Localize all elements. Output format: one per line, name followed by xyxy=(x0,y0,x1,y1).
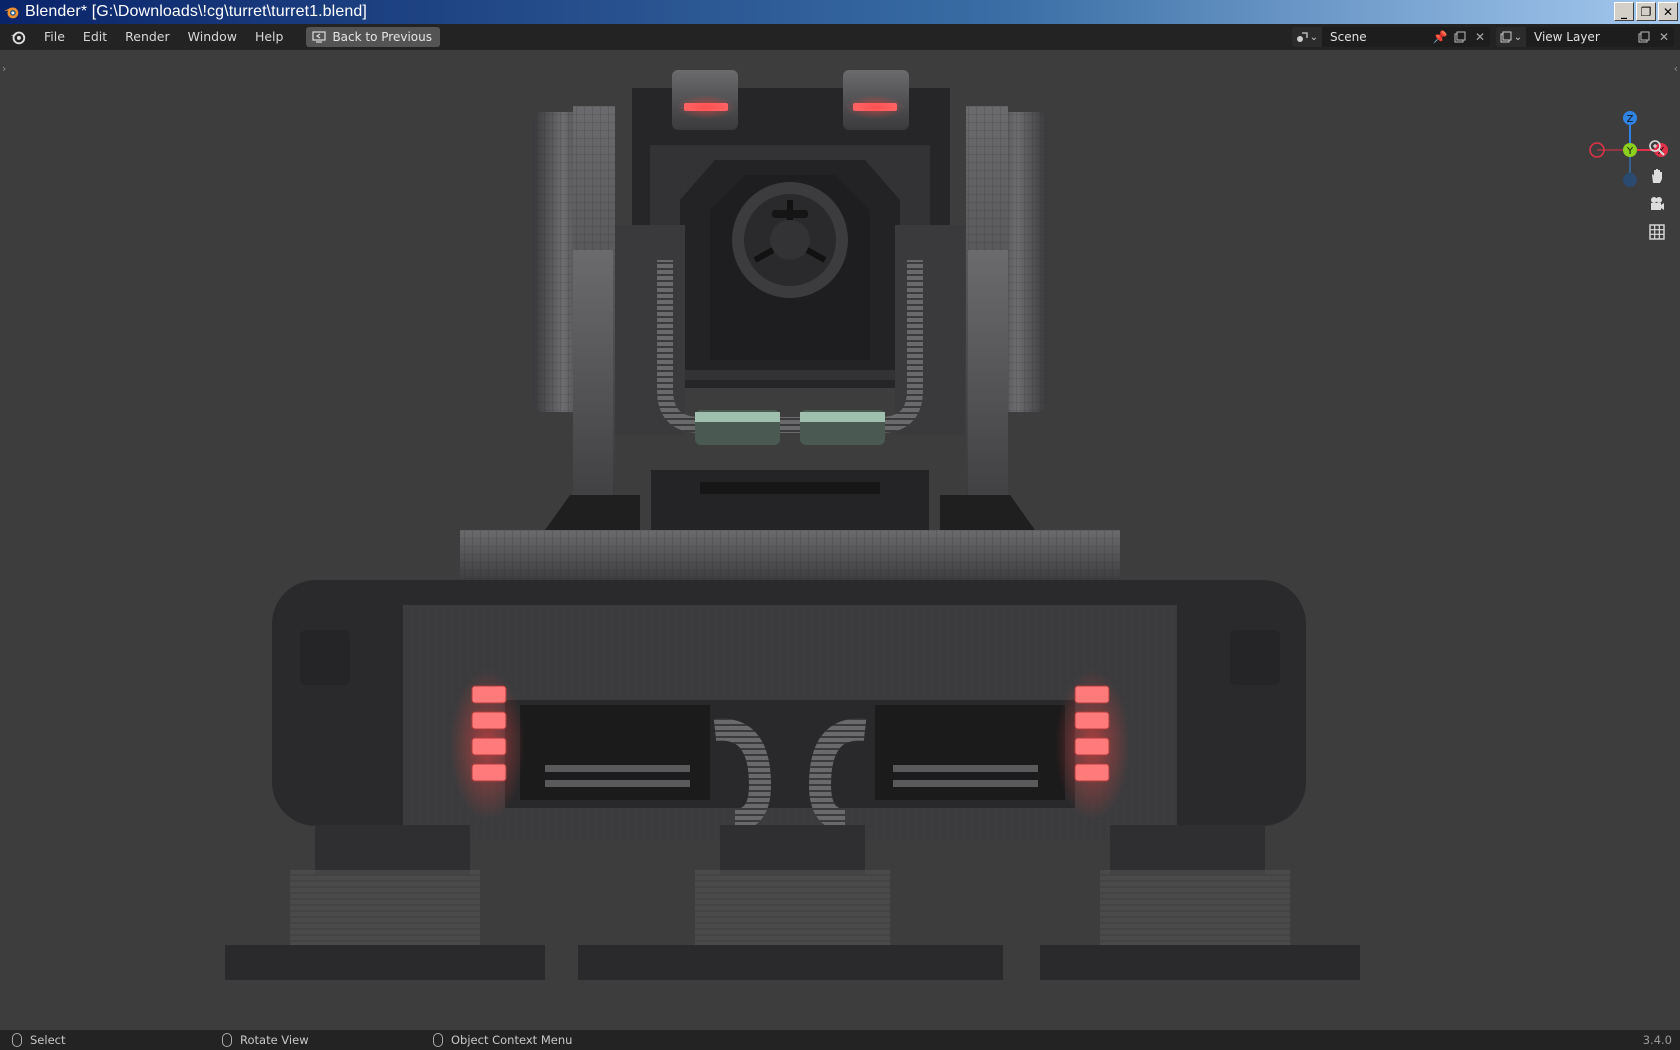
window-titlebar: Blender* [G:\Downloads\!cg\turret\turret… xyxy=(0,0,1680,24)
screen-back-icon xyxy=(312,31,327,43)
camera-icon[interactable] xyxy=(1643,190,1671,218)
pin-icon[interactable]: 📌 xyxy=(1430,27,1450,47)
delete-view-layer-icon[interactable]: ✕ xyxy=(1654,27,1674,47)
rotate-hint: Rotate View xyxy=(222,1033,309,1047)
turret-head xyxy=(615,70,965,445)
mouse-middle-icon xyxy=(222,1033,232,1047)
status-bar: Select Rotate View Object Context Menu 3… xyxy=(0,1030,1680,1050)
blender-menu-icon[interactable] xyxy=(9,28,27,46)
menu-file[interactable]: File xyxy=(35,24,74,50)
menu-edit[interactable]: Edit xyxy=(74,24,116,50)
gizmo-z-label: Z xyxy=(1627,114,1634,125)
turret-3d-model xyxy=(225,70,1360,980)
status-light xyxy=(471,737,507,756)
select-hint-label: Select xyxy=(30,1033,66,1047)
back-to-previous-button[interactable]: Back to Previous xyxy=(306,27,440,47)
grid-ortho-icon[interactable] xyxy=(1643,218,1671,246)
top-menubar: File Edit Render Window Help Back to Pre… xyxy=(0,24,1680,50)
scene-icon[interactable]: ⌄ xyxy=(1292,27,1322,47)
status-light xyxy=(471,711,507,730)
new-view-layer-icon[interactable] xyxy=(1634,27,1654,47)
chevron-down-icon: ⌄ xyxy=(1309,31,1319,43)
zoom-icon[interactable] xyxy=(1643,134,1671,162)
menu-window[interactable]: Window xyxy=(179,24,246,50)
view-layer-name-field[interactable]: View Layer xyxy=(1526,27,1634,47)
turret-body xyxy=(272,580,1306,840)
status-light xyxy=(1074,763,1110,782)
new-scene-icon[interactable] xyxy=(1450,27,1470,47)
turret-legs xyxy=(225,825,1360,980)
mouse-left-icon xyxy=(12,1033,22,1047)
status-light xyxy=(471,685,507,704)
select-hint: Select xyxy=(12,1033,65,1047)
menu-help[interactable]: Help xyxy=(246,24,293,50)
restore-button[interactable]: ❐ xyxy=(1636,2,1656,21)
status-light xyxy=(1074,711,1110,730)
view-layer-selector[interactable]: ⌄ View Layer ✕ xyxy=(1496,27,1674,47)
back-to-previous-label: Back to Previous xyxy=(332,30,432,44)
status-light xyxy=(1074,685,1110,704)
rotate-hint-label: Rotate View xyxy=(240,1033,309,1047)
3d-viewport[interactable]: › ‹ Z Y xyxy=(0,50,1680,1030)
context-menu-hint: Object Context Menu xyxy=(433,1033,572,1047)
version-label: 3.4.0 xyxy=(1642,1033,1672,1047)
menu-render[interactable]: Render xyxy=(116,24,179,50)
mouse-right-icon xyxy=(433,1033,443,1047)
window-title: Blender* [G:\Downloads\!cg\turret\turret… xyxy=(25,3,367,20)
status-light xyxy=(471,763,507,782)
blender-logo-icon xyxy=(3,7,19,19)
minimize-button[interactable]: _ xyxy=(1614,2,1634,21)
gizmo-y-label: Y xyxy=(1626,146,1634,157)
hand-pan-icon[interactable] xyxy=(1643,162,1671,190)
close-button[interactable]: ✕ xyxy=(1658,2,1678,21)
scene-selector[interactable]: ⌄ Scene 📌 ✕ xyxy=(1292,27,1490,47)
chevron-down-icon: ⌄ xyxy=(1513,31,1523,43)
gizmo-neg-z-axis xyxy=(1623,173,1637,187)
scene-name-field[interactable]: Scene xyxy=(1322,27,1430,47)
delete-scene-icon[interactable]: ✕ xyxy=(1470,27,1490,47)
status-light xyxy=(1074,737,1110,756)
context-menu-hint-label: Object Context Menu xyxy=(451,1033,573,1047)
render-layers-icon[interactable]: ⌄ xyxy=(1496,27,1526,47)
